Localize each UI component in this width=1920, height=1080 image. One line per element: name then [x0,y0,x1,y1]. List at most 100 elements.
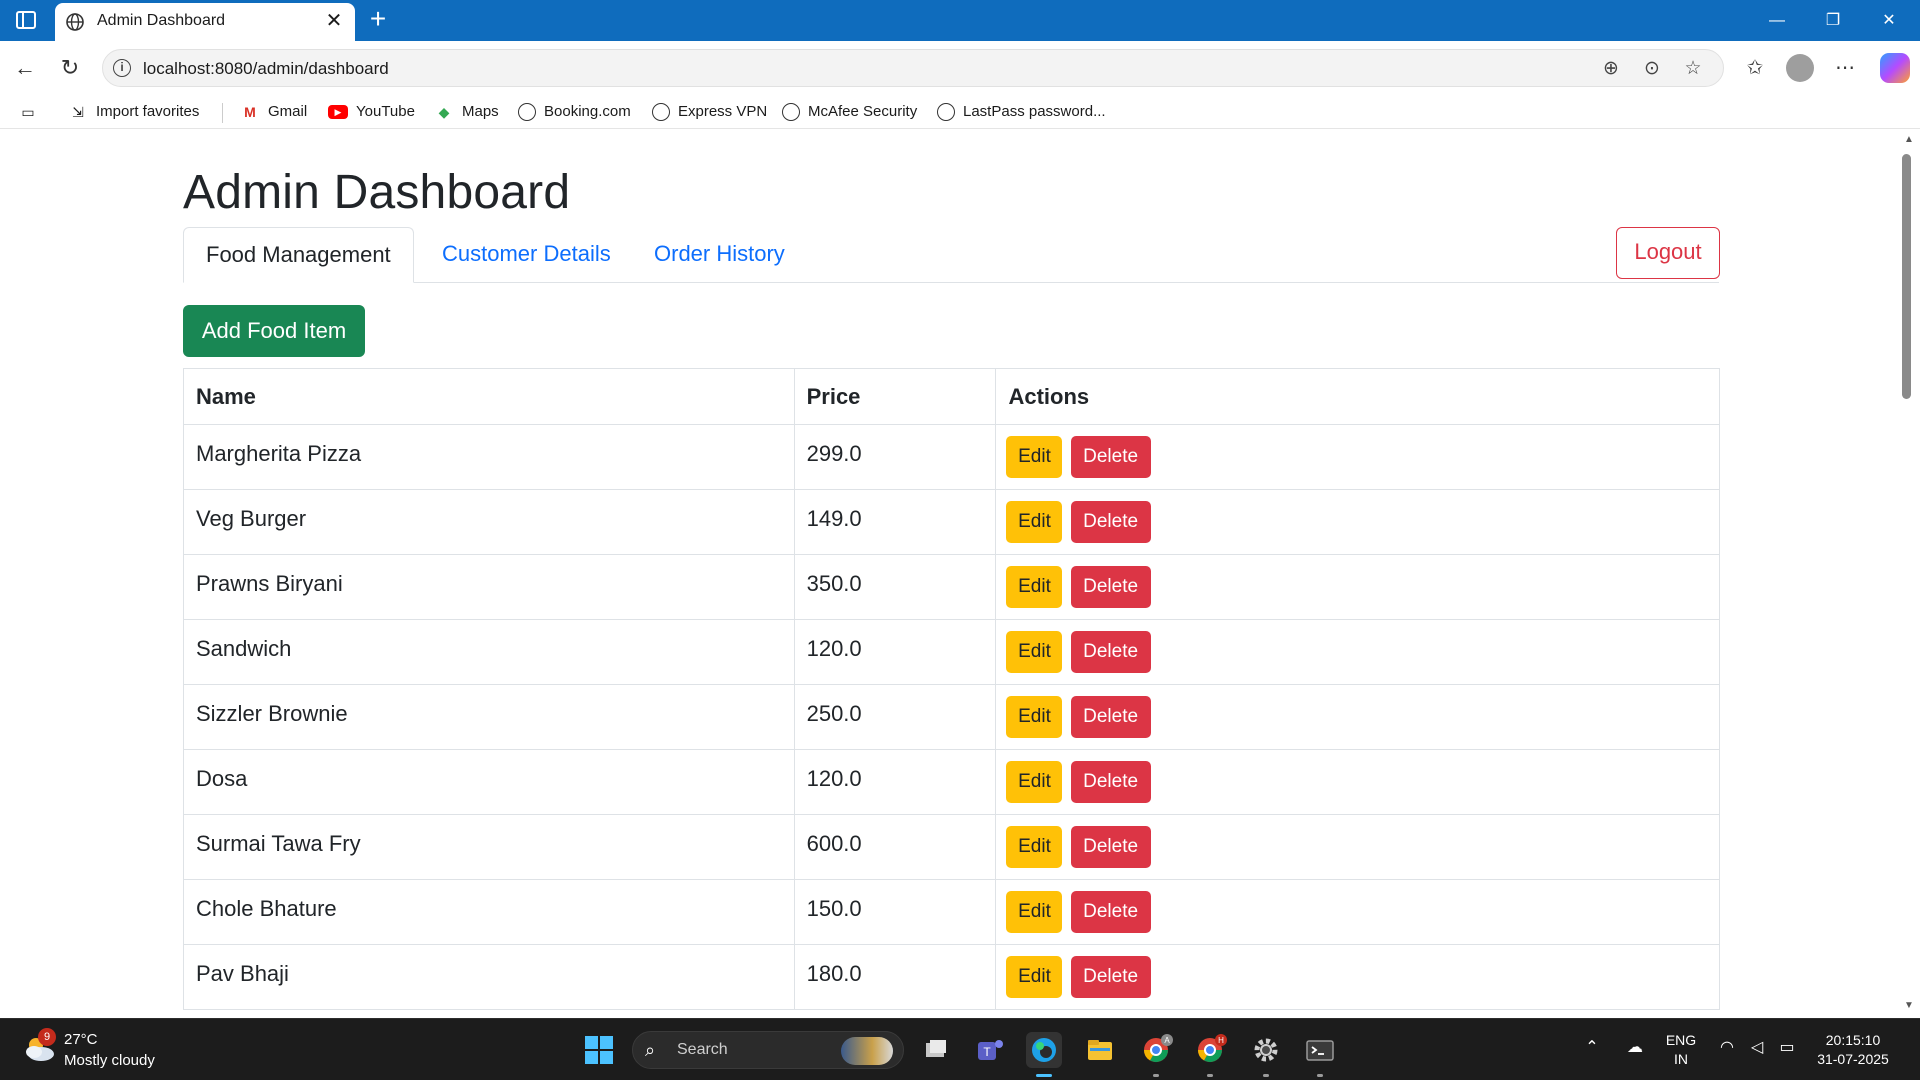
food-actions-cell: Edit Delete [995,489,1720,555]
tab-order-history[interactable]: Order History [632,227,807,283]
wifi-icon[interactable]: ◠ [1714,1033,1740,1063]
scroll-down-arrow-icon[interactable]: ▼ [1899,1000,1919,1014]
edge-browser-icon[interactable] [1026,1032,1062,1068]
url-text[interactable]: localhost:8080/admin/dashboard [143,59,389,79]
tab-actions-icon[interactable] [14,9,38,31]
search-placeholder: Search [677,1041,728,1058]
more-tools-icon[interactable]: ⊙ [1640,57,1664,81]
edit-button[interactable]: Edit [1006,696,1063,738]
terminal-icon[interactable] [1302,1032,1338,1068]
minimize-button[interactable]: — [1749,0,1805,41]
bookmark-gmail[interactable]: M Gmail [240,101,307,123]
edit-button[interactable]: Edit [1006,826,1063,868]
maps-icon: ◆ [438,104,450,121]
column-header-price: Price [793,368,997,425]
language-indicator-top[interactable]: ENG [1660,1031,1702,1049]
show-hidden-icons-chevron-icon[interactable]: ⌃ [1580,1033,1604,1063]
youtube-icon: ▶ [328,105,348,120]
delete-button[interactable]: Delete [1070,761,1151,803]
clock-time[interactable]: 20:15:10 [1810,1031,1896,1049]
delete-button[interactable]: Delete [1070,956,1151,998]
tab-customer-details[interactable]: Customer Details [420,227,633,283]
delete-button[interactable]: Delete [1070,891,1151,933]
battery-icon[interactable]: ▭ [1774,1033,1800,1063]
onedrive-cloud-icon[interactable]: ☁ [1620,1033,1650,1063]
edit-button[interactable]: Edit [1006,566,1063,608]
bookmark-import-favorites[interactable]: ⇲ Import favorites [68,101,199,123]
column-header-actions: Actions [995,368,1720,425]
bookmark-maps[interactable]: ◆ Maps [434,101,499,123]
weather-temperature[interactable]: 27°C [64,1031,98,1048]
edit-button[interactable]: Edit [1006,631,1063,673]
volume-icon[interactable]: ◁ [1744,1033,1770,1063]
food-price-cell: 150.0 [793,879,997,945]
chrome-icon[interactable]: A [1138,1032,1174,1068]
food-price-cell: 120.0 [793,619,997,685]
delete-button[interactable]: Delete [1070,566,1151,608]
food-actions-cell: Edit Delete [995,749,1720,815]
food-name-cell: Surmai Tawa Fry [183,814,795,880]
food-name-cell: Pav Bhaji [183,944,795,1010]
zoom-icon[interactable]: ⊕ [1599,57,1623,81]
active-app-indicator [1036,1074,1052,1077]
restore-button[interactable]: ❐ [1805,0,1861,41]
language-indicator-bottom[interactable]: IN [1660,1050,1702,1068]
svg-text:T: T [983,1045,991,1059]
favorite-star-icon[interactable]: ☆ [1681,57,1705,81]
food-name-cell: Dosa [183,749,795,815]
favorites-icon[interactable]: ✩ [1740,53,1770,83]
globe-icon [518,103,536,122]
weather-description[interactable]: Mostly cloudy [64,1052,155,1069]
site-info-icon[interactable]: i [113,59,131,77]
edit-button[interactable]: Edit [1006,501,1063,543]
scroll-up-arrow-icon[interactable]: ▲ [1899,134,1919,148]
logout-button[interactable]: Logout [1616,227,1720,279]
more-options-icon[interactable]: ⋯ [1830,53,1860,83]
edit-button[interactable]: Edit [1006,436,1063,478]
food-actions-cell: Edit Delete [995,944,1720,1010]
close-tab-icon[interactable]: ✕ [323,10,345,32]
tab-groups-icon[interactable]: ▭ [18,101,46,123]
import-icon: ⇲ [72,104,84,121]
edit-button[interactable]: Edit [1006,891,1063,933]
bookmark-mcafee[interactable]: McAfee Security [782,101,917,123]
copilot-icon[interactable] [1880,53,1910,83]
address-bar[interactable]: i localhost:8080/admin/dashboard ⊕ ⊙ ☆ [102,49,1724,87]
page-title: Admin Dashboard [183,166,571,219]
food-price-cell: 180.0 [793,944,997,1010]
delete-button[interactable]: Delete [1070,631,1151,673]
globe-icon [66,13,84,31]
close-window-button[interactable]: ✕ [1861,0,1917,41]
scrollbar-thumb[interactable] [1902,154,1911,399]
delete-button[interactable]: Delete [1070,501,1151,543]
settings-gear-icon[interactable] [1248,1032,1284,1068]
add-food-item-button[interactable]: Add Food Item [183,305,365,357]
bookmark-youtube[interactable]: ▶ YouTube [328,101,415,123]
refresh-icon[interactable]: ↻ [55,53,85,83]
windows-start-icon[interactable] [585,1036,613,1064]
delete-button[interactable]: Delete [1070,696,1151,738]
profile-avatar[interactable] [1786,54,1814,82]
chrome-profile-icon[interactable]: H [1192,1032,1228,1068]
running-indicator [1317,1074,1323,1077]
clock-date[interactable]: 31-07-2025 [1810,1050,1896,1068]
bookmark-lastpass[interactable]: LastPass password... [937,101,1106,123]
new-tab-button[interactable]: + [364,5,392,34]
teams-icon[interactable]: T [972,1032,1008,1068]
file-explorer-icon[interactable] [1082,1032,1118,1068]
delete-button[interactable]: Delete [1070,436,1151,478]
bookmark-express-vpn[interactable]: Express VPN [652,101,767,123]
back-arrow-icon[interactable]: ← [10,53,40,83]
food-actions-cell: Edit Delete [995,814,1720,880]
food-name-cell: Prawns Biryani [183,554,795,620]
task-view-icon[interactable] [918,1032,954,1068]
edit-button[interactable]: Edit [1006,956,1063,998]
running-indicator [1207,1074,1213,1077]
bookmark-booking[interactable]: Booking.com [518,101,631,123]
table-row: Chole Bhature 150.0 Edit Delete [183,879,1720,945]
taskbar-search[interactable]: ⌕ Search [632,1031,904,1069]
browser-tab[interactable]: Admin Dashboard ✕ [55,3,355,41]
tab-food-management[interactable]: Food Management [183,227,414,283]
delete-button[interactable]: Delete [1070,826,1151,868]
edit-button[interactable]: Edit [1006,761,1063,803]
